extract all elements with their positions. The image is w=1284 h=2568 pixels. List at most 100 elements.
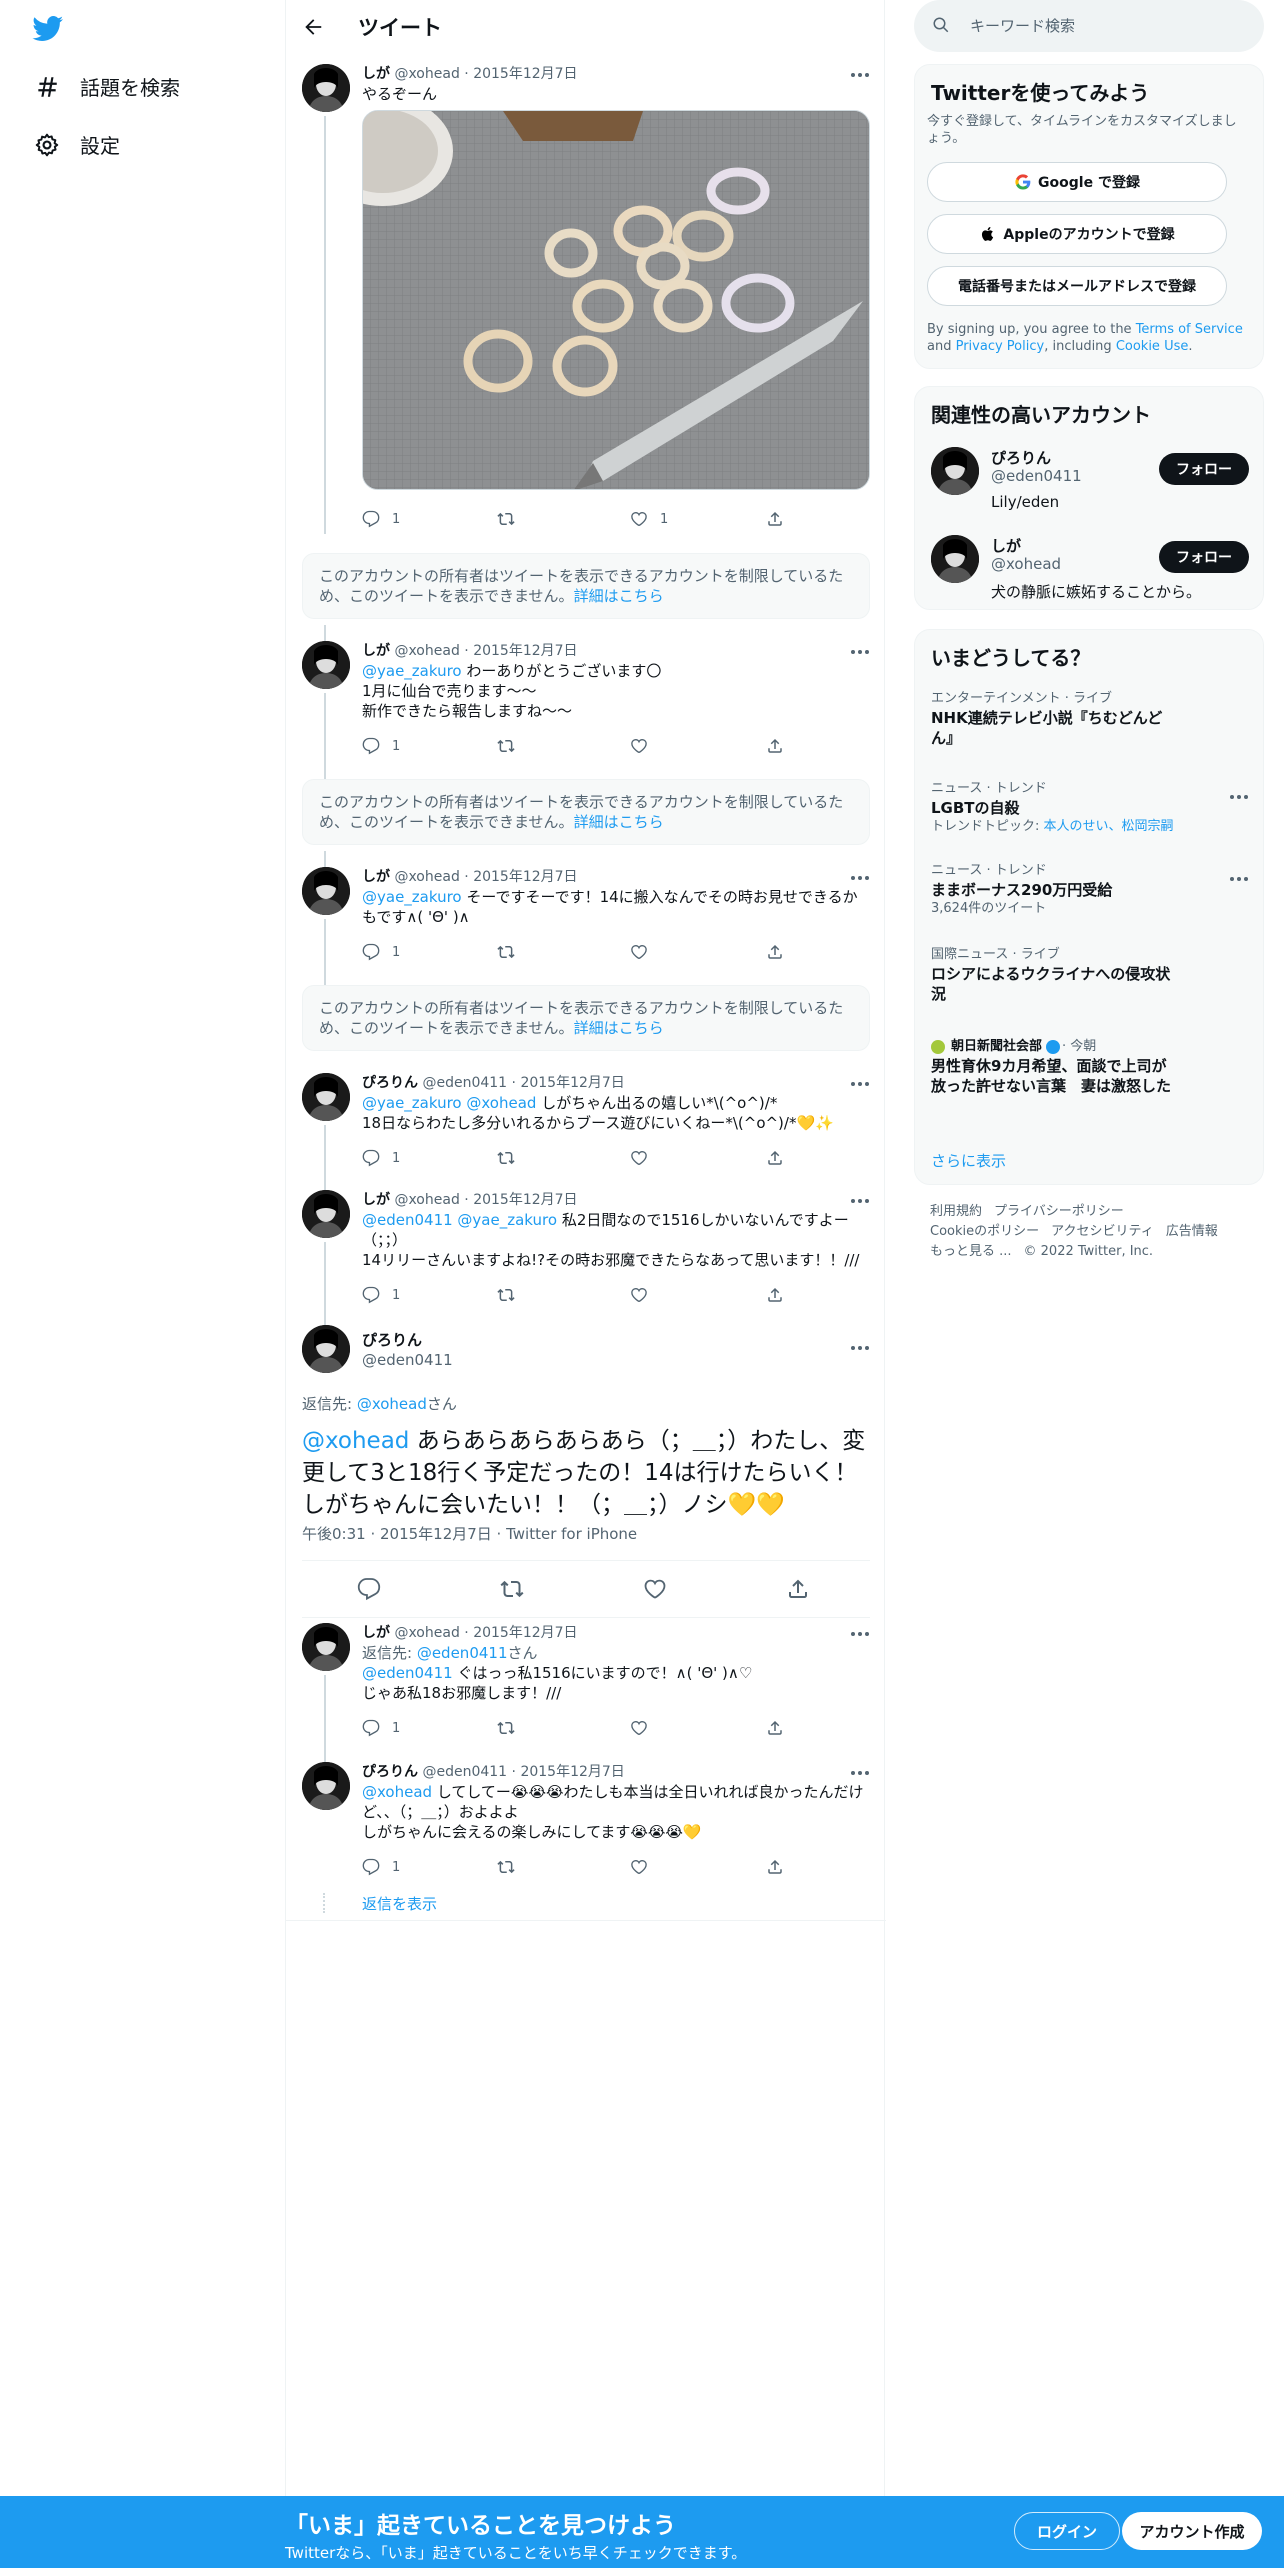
footer-terms[interactable]: 利用規約 <box>930 1204 982 1219</box>
mention-link[interactable]: @eden0411 <box>362 1664 453 1682</box>
like-button[interactable] <box>630 1719 660 1737</box>
reply-button[interactable]: 1 <box>362 1286 400 1304</box>
privacy-link[interactable]: Privacy Policy <box>956 339 1045 354</box>
back-arrow-icon[interactable] <box>302 16 324 38</box>
mention-link[interactable]: @eden0411 @yae_zakuro <box>362 1211 557 1229</box>
author-name[interactable]: しが <box>362 66 390 82</box>
author-name[interactable]: ぴろりん <box>362 1764 418 1780</box>
author-handle[interactable]: @eden0411 <box>422 1764 507 1780</box>
login-button[interactable]: ログイン <box>1014 2512 1120 2550</box>
footer-more[interactable]: もっと見る ... <box>930 1244 1012 1259</box>
like-button[interactable] <box>630 737 660 755</box>
more-icon[interactable] <box>850 1766 870 1780</box>
tweet[interactable]: ぴろりん @eden0411 · 2015年12月7日 @xohead してして… <box>302 1762 870 1902</box>
share-button[interactable] <box>766 510 796 528</box>
tweet-date[interactable]: 2015年12月7日 <box>473 1625 577 1641</box>
like-button[interactable] <box>630 1149 660 1167</box>
author-name[interactable]: ぴろりん <box>362 1329 422 1350</box>
avatar[interactable] <box>302 64 350 112</box>
author-handle[interactable]: @xohead <box>394 1192 459 1208</box>
more-icon[interactable] <box>850 871 870 885</box>
share-icon[interactable] <box>786 1577 810 1601</box>
learn-more-link[interactable]: 詳細はこちら <box>574 813 664 831</box>
like-button[interactable] <box>630 943 660 961</box>
follow-button[interactable]: フォロー <box>1159 541 1249 573</box>
author-handle[interactable]: @eden0411 <box>422 1075 507 1091</box>
account-item[interactable]: しが @xohead 犬の静脈に嫉妬することから。 フォロー <box>931 535 1249 615</box>
trend-item[interactable]: エンターテインメント · ライブ NHK連続テレビ小説『ちむどんどん』 <box>931 690 1249 748</box>
reply-icon[interactable] <box>357 1577 381 1601</box>
trend-item[interactable]: 国際ニュース · ライブ ロシアによるウクライナへの侵攻状況 <box>931 946 1249 1004</box>
avatar[interactable] <box>302 867 350 915</box>
retweet-button[interactable] <box>497 1858 527 1876</box>
google-signup-button[interactable]: Google で登録 <box>927 162 1227 202</box>
like-icon[interactable] <box>643 1577 667 1601</box>
trend-item[interactable]: ニュース · トレンド ままボーナス290万円受給 3,624件のツイート <box>931 862 1249 917</box>
trend-item[interactable]: 朝日新聞社会部 · 今朝 男性育休9カ月希望、面談で上司が放った許せない言葉 妻… <box>931 1038 1249 1096</box>
mention-link[interactable]: @yae_zakuro <box>362 888 462 906</box>
tweet-date[interactable]: 2015年12月7日 <box>520 1075 624 1091</box>
more-icon[interactable] <box>1229 872 1249 886</box>
reply-button[interactable]: 1 <box>362 1858 400 1876</box>
author-name[interactable]: しが <box>362 1192 390 1208</box>
learn-more-link[interactable]: 詳細はこちら <box>574 587 664 605</box>
author-name[interactable]: しが <box>362 643 390 659</box>
retweet-button[interactable] <box>497 1286 527 1304</box>
author-handle[interactable]: @xohead <box>394 869 459 885</box>
apple-signup-button[interactable]: Appleのアカウントで登録 <box>927 214 1227 254</box>
more-icon[interactable] <box>850 1627 870 1641</box>
mention-link[interactable]: @xohead <box>362 1783 432 1801</box>
tweet[interactable]: ぴろりん @eden0411 · 2015年12月7日 @yae_zakuro … <box>302 1073 870 1199</box>
share-button[interactable] <box>766 1858 796 1876</box>
share-button[interactable] <box>766 737 796 755</box>
tweet[interactable]: しが @xohead · 2015年12月7日 @yae_zakuro そーです… <box>302 851 870 1029</box>
follow-button[interactable]: フォロー <box>1159 453 1249 485</box>
avatar[interactable] <box>302 1190 350 1238</box>
more-icon[interactable] <box>850 1341 870 1355</box>
mention-link[interactable]: @yae_zakuro @xohead <box>362 1094 536 1112</box>
retweet-button[interactable] <box>497 737 527 755</box>
mention-link[interactable]: @yae_zakuro <box>362 662 462 680</box>
author-name[interactable]: しが <box>362 1625 390 1641</box>
author-handle[interactable]: @xohead <box>394 66 459 82</box>
reply-button[interactable]: 1 <box>362 1719 400 1737</box>
topic-links[interactable]: 本人のせい、松岡宗嗣 <box>1044 819 1174 834</box>
retweet-button[interactable] <box>497 943 527 961</box>
tweet-timestamp[interactable]: 午後0:31 · 2015年12月7日 · Twitter for iPhone <box>302 1523 637 1544</box>
learn-more-link[interactable]: 詳細はこちら <box>574 1019 664 1037</box>
retweet-button[interactable] <box>497 1149 527 1167</box>
retweet-button[interactable] <box>497 1719 527 1737</box>
footer-ads[interactable]: 広告情報 <box>1166 1224 1218 1239</box>
like-button[interactable]: 1 <box>630 510 668 528</box>
account-item[interactable]: ぴろりん @eden0411 Lily/eden フォロー <box>931 447 1249 527</box>
search-input[interactable] <box>970 12 1240 40</box>
reply-to-link[interactable]: @xohead <box>357 1395 427 1413</box>
author-handle[interactable]: @xohead <box>394 1625 459 1641</box>
more-icon[interactable] <box>850 645 870 659</box>
tweet[interactable]: しが @xohead · 2015年12月7日 @eden0411 @yae_z… <box>302 1190 870 1334</box>
avatar[interactable] <box>302 1623 350 1671</box>
author-handle[interactable]: @eden0411 <box>362 1351 453 1369</box>
author-name[interactable]: しが <box>362 869 390 885</box>
share-button[interactable] <box>766 1149 796 1167</box>
phone-signup-button[interactable]: 電話番号またはメールアドレスで登録 <box>927 266 1227 306</box>
avatar[interactable] <box>302 1762 350 1810</box>
tweet-date[interactable]: 2015年12月7日 <box>473 1192 577 1208</box>
avatar[interactable] <box>931 535 979 583</box>
share-button[interactable] <box>766 1719 796 1737</box>
reply-button[interactable]: 1 <box>362 943 400 961</box>
mention-link[interactable]: @xohead <box>302 1428 409 1454</box>
reply-to-link[interactable]: @eden0411 <box>417 1644 508 1662</box>
footer-privacy[interactable]: プライバシーポリシー <box>994 1204 1124 1219</box>
cookie-link[interactable]: Cookie Use <box>1116 339 1189 354</box>
reply-button[interactable]: 1 <box>362 1149 400 1167</box>
tweet-date[interactable]: 2015年12月7日 <box>473 66 577 82</box>
share-button[interactable] <box>766 943 796 961</box>
more-icon[interactable] <box>850 1077 870 1091</box>
trend-item[interactable]: ニュース · トレンド LGBTの自殺 トレンドトピック: 本人のせい、松岡宗嗣 <box>931 780 1249 835</box>
signup-button[interactable]: アカウント作成 <box>1122 2512 1262 2550</box>
author-handle[interactable]: @xohead <box>394 643 459 659</box>
like-button[interactable] <box>630 1858 660 1876</box>
avatar[interactable] <box>931 447 979 495</box>
retweet-button[interactable] <box>497 510 527 528</box>
